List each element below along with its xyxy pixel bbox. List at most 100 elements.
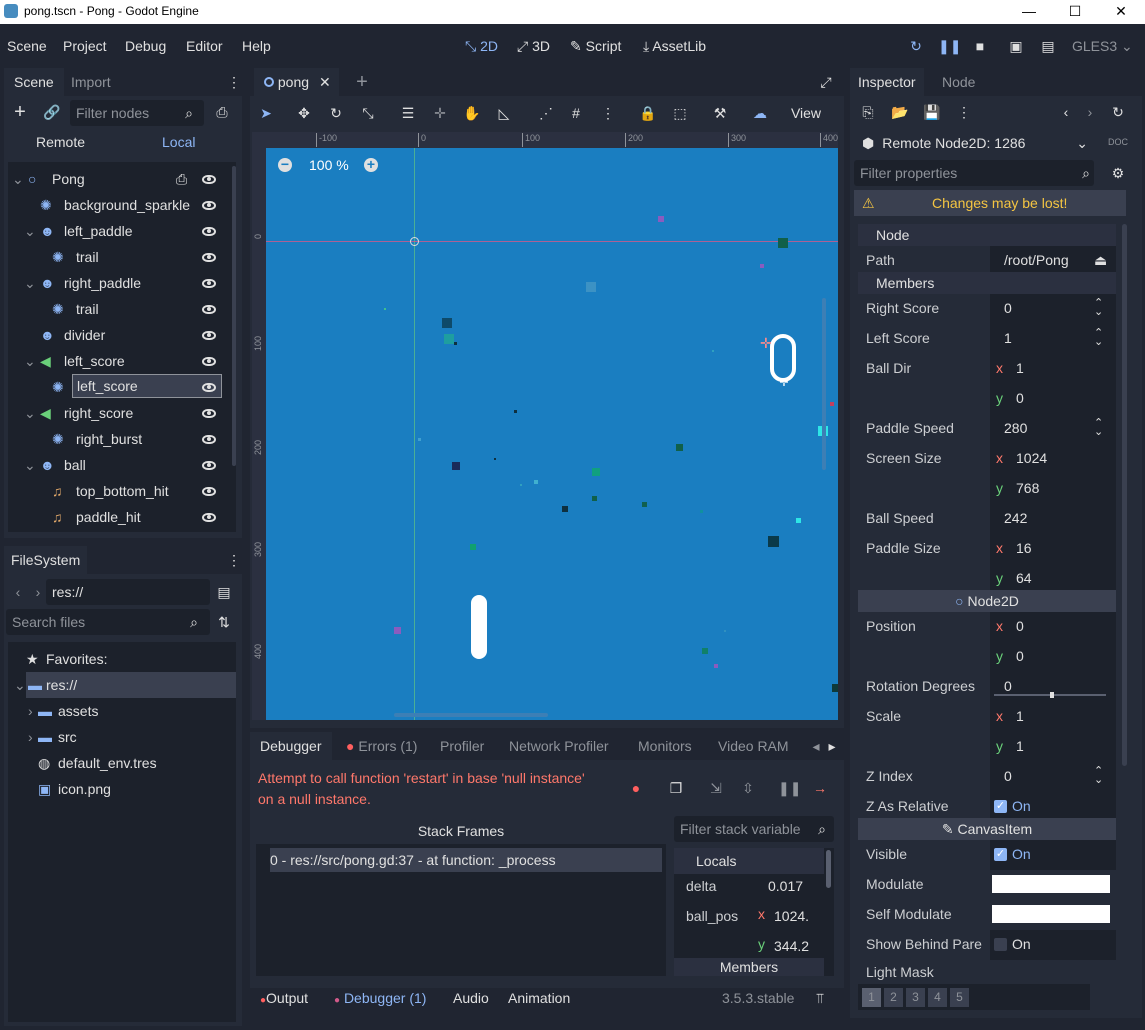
play-scene-icon[interactable]: ▣ bbox=[1006, 36, 1026, 56]
visibility-eye-icon[interactable] bbox=[202, 487, 216, 496]
vector-field-x[interactable]: x1 bbox=[990, 354, 1116, 384]
dock-menu-icon[interactable]: ⋮ bbox=[224, 550, 244, 570]
checkbox-field[interactable]: On bbox=[990, 930, 1116, 960]
scene-node-row[interactable]: ⌄ ○ Pong ⎙ bbox=[8, 166, 232, 192]
visibility-eye-icon[interactable] bbox=[202, 357, 216, 366]
mode-assetlib-button[interactable]: ⤓ AssetLib bbox=[643, 38, 706, 55]
inspector-scrollbar[interactable] bbox=[1122, 224, 1127, 766]
tab-import[interactable]: Import bbox=[61, 68, 121, 96]
checkbox-icon[interactable]: ✓ bbox=[994, 800, 1007, 813]
viewport-hscroll[interactable] bbox=[394, 713, 548, 717]
tabs-right-icon[interactable]: ▸ bbox=[822, 736, 842, 756]
scene-node-row[interactable]: ⌄ ☻ left_paddle bbox=[8, 218, 232, 244]
fullscreen-icon[interactable]: ⤢ bbox=[816, 72, 836, 92]
instance-link-icon[interactable]: 🔗 bbox=[42, 102, 62, 122]
chevron-down-icon[interactable]: ⌄ bbox=[24, 270, 36, 296]
animation-tab[interactable]: Animation bbox=[508, 990, 570, 1006]
snap-menu-icon[interactable]: ⋮ bbox=[598, 103, 618, 123]
step-over-icon[interactable]: ⇳ bbox=[738, 778, 758, 798]
history-forward-icon[interactable]: › bbox=[1080, 102, 1100, 122]
dock-menu-icon[interactable]: ⋮ bbox=[224, 72, 244, 92]
vector-field-y[interactable]: y0 bbox=[990, 642, 1116, 672]
viewport-vscroll[interactable] bbox=[822, 298, 826, 470]
remote-button[interactable]: Remote bbox=[36, 134, 85, 150]
select-tool-icon[interactable]: ➤ bbox=[256, 103, 276, 123]
stack-frame-row[interactable]: 0 - res://src/pong.gd:37 - at function: … bbox=[270, 848, 662, 872]
scene-node-row[interactable]: ✺ left_score bbox=[8, 374, 232, 400]
chevron-down-icon[interactable]: ⌄ bbox=[24, 348, 36, 374]
chevron-right-icon[interactable]: › bbox=[28, 698, 33, 724]
stop-icon[interactable]: ■ bbox=[970, 36, 990, 56]
tab-filesystem[interactable]: FileSystem bbox=[4, 546, 88, 574]
light-mask-bit[interactable]: 1 bbox=[862, 988, 881, 1007]
list-select-icon[interactable]: ☰ bbox=[398, 103, 418, 123]
inspector-menu-icon[interactable]: ⋮ bbox=[954, 102, 974, 122]
light-mask-bit[interactable]: 5 bbox=[950, 988, 969, 1007]
property-tools-icon[interactable]: ⚙ bbox=[1108, 163, 1128, 183]
visibility-eye-icon[interactable] bbox=[202, 253, 216, 262]
locals-scrollbar[interactable] bbox=[826, 850, 831, 888]
visibility-eye-icon[interactable] bbox=[202, 175, 216, 184]
grid-snap-icon[interactable]: # bbox=[566, 103, 586, 123]
attach-script-icon[interactable]: ⎙ bbox=[212, 102, 232, 122]
continue-icon[interactable]: → bbox=[810, 778, 830, 798]
slider-knob[interactable] bbox=[1050, 692, 1054, 698]
tab-video-ram[interactable]: Video RAM bbox=[708, 732, 799, 760]
file-row[interactable]: › ▬ assets bbox=[8, 698, 236, 724]
lock-icon[interactable]: 🔒 bbox=[638, 103, 658, 123]
save-icon[interactable]: 💾 bbox=[922, 102, 942, 122]
file-row[interactable]: ◍ default_env.tres bbox=[8, 750, 236, 776]
doc-icon[interactable]: DOC bbox=[1108, 132, 1128, 152]
view-menu[interactable]: View bbox=[780, 98, 832, 128]
renderer-select[interactable]: GLES3 ⌄ bbox=[1072, 38, 1133, 55]
visibility-eye-icon[interactable] bbox=[202, 383, 216, 392]
vector-field-x[interactable]: x1 bbox=[990, 702, 1116, 732]
node-path-icon[interactable]: ⏏ bbox=[1094, 252, 1107, 269]
rotation-slider[interactable] bbox=[994, 692, 1106, 698]
ruler-tool-icon[interactable]: ◺ bbox=[494, 103, 514, 123]
inspector-section[interactable]: ✎ CanvasItem bbox=[858, 818, 1116, 840]
pan-tool-icon[interactable]: ✋ bbox=[462, 103, 482, 123]
visibility-eye-icon[interactable] bbox=[202, 201, 216, 210]
checkbox-field[interactable]: ✓ On bbox=[990, 840, 1116, 870]
move-tool-icon[interactable]: ✥ bbox=[294, 103, 314, 123]
inspector-section[interactable]: Node bbox=[858, 224, 1116, 246]
step-into-icon[interactable]: ⇲ bbox=[706, 778, 726, 798]
pause-icon[interactable]: ❚❚ bbox=[938, 36, 961, 56]
property-value[interactable]: 242 bbox=[990, 504, 1116, 534]
vector-field-x[interactable]: x0 bbox=[990, 612, 1116, 642]
layout-toggle-icon[interactable]: ▤ bbox=[214, 582, 234, 602]
tab-inspector[interactable]: Inspector bbox=[850, 68, 924, 96]
vector-field-y[interactable]: y 768 bbox=[990, 474, 1116, 504]
viewport-canvas[interactable]: − 100 % + ✛ ✛ bbox=[266, 148, 838, 720]
menu-help[interactable]: Help bbox=[242, 38, 271, 54]
light-mask-bit[interactable]: 2 bbox=[884, 988, 903, 1007]
visibility-eye-icon[interactable] bbox=[202, 227, 216, 236]
search-files-input[interactable]: Search files bbox=[6, 609, 210, 635]
chevron-right-icon[interactable]: › bbox=[28, 724, 33, 750]
file-row[interactable]: ⌄ ▬ res:// bbox=[14, 672, 236, 698]
new-resource-icon[interactable]: ⎘ bbox=[858, 102, 878, 122]
color-swatch[interactable] bbox=[992, 905, 1110, 923]
scene-tree-scrollbar[interactable] bbox=[232, 166, 236, 466]
checkbox-icon[interactable]: ✓ bbox=[994, 848, 1007, 861]
visibility-eye-icon[interactable] bbox=[202, 305, 216, 314]
light-mask-bit[interactable]: 3 bbox=[906, 988, 925, 1007]
file-row[interactable]: › ▬ src bbox=[8, 724, 236, 750]
property-value[interactable]: 280 ⌃ ⌄ bbox=[990, 414, 1116, 444]
visibility-eye-icon[interactable] bbox=[202, 279, 216, 288]
copy-icon[interactable]: ❐ bbox=[666, 778, 686, 798]
tab-node[interactable]: Node bbox=[932, 68, 985, 96]
menu-scene[interactable]: Scene bbox=[7, 38, 47, 54]
tab-network-profiler[interactable]: Network Profiler bbox=[499, 732, 619, 760]
tab-scene[interactable]: Scene bbox=[4, 68, 64, 96]
minimize-button[interactable]: — bbox=[1006, 0, 1052, 24]
chevron-down-icon[interactable]: ⌄ bbox=[12, 166, 24, 192]
close-tab-icon[interactable]: ✕ bbox=[319, 74, 331, 90]
light-mask-bit[interactable]: 4 bbox=[928, 988, 947, 1007]
scene-node-row[interactable]: ♫ top_bottom_hit bbox=[8, 478, 232, 504]
bone-icon[interactable]: ⚒ bbox=[710, 103, 730, 123]
group-icon[interactable]: ⬚ bbox=[670, 103, 690, 123]
open-folder-icon[interactable]: 📂 bbox=[890, 102, 910, 122]
visibility-eye-icon[interactable] bbox=[202, 513, 216, 522]
